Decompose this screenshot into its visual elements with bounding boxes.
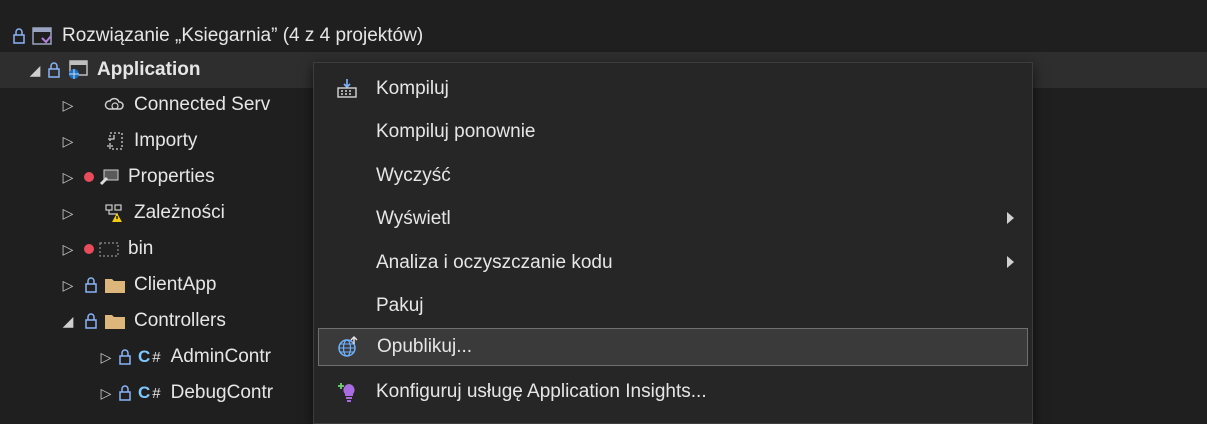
solution-icon [32,26,54,46]
collapsed-arrow-icon[interactable]: ▷ [60,205,76,222]
csharp-hash-icon: # [152,384,161,402]
web-project-icon [67,60,89,80]
lock-icon [118,385,134,401]
lock-icon [84,313,100,329]
menu-item-rebuild[interactable]: Kompiluj ponownie [318,113,1028,151]
collapsed-arrow-icon[interactable]: ▷ [60,133,76,150]
tree-item-label: Controllers [134,310,226,331]
lock-icon [12,28,28,44]
menu-item-view[interactable]: Wyświetl [318,200,1028,238]
lock-icon [47,62,63,78]
submenu-arrow-icon [1007,212,1014,224]
tree-item-label: Zależności [134,202,225,223]
tree-item-label: Connected Serv [134,94,271,115]
menu-item-publish[interactable]: Opublikuj... [318,328,1028,366]
collapsed-arrow-icon[interactable]: ▷ [98,349,114,366]
collapsed-arrow-icon[interactable]: ▷ [98,385,114,402]
imports-icon [104,131,126,151]
tree-row-solution[interactable]: Rozwiązanie „Ksiegarnia” (4 z 4 projektó… [0,18,1207,54]
menu-item-clean[interactable]: Wyczyść [318,157,1028,195]
folder-hidden-icon [98,239,120,259]
connected-services-icon [104,95,126,115]
csharp-file-icon: C [138,383,151,402]
tree-item-label: bin [128,238,154,259]
publish-globe-icon [319,336,377,358]
collapsed-arrow-icon[interactable]: ▷ [60,169,76,186]
folder-icon [104,275,126,295]
menu-item-label: Pakuj [376,295,424,316]
csharp-file-icon: C [138,347,151,366]
expanded-arrow-icon[interactable]: ◢ [60,313,76,330]
collapsed-arrow-icon[interactable]: ▷ [60,241,76,258]
menu-item-build[interactable]: Kompiluj [318,70,1028,108]
error-dot-icon [84,244,94,254]
tree-item-label: DebugContr [170,382,274,403]
menu-item-label: Analiza i oczyszczanie kodu [376,252,613,273]
tree-item-label: Importy [134,130,198,151]
expanded-arrow-icon[interactable]: ◢ [27,62,43,79]
menu-item-analyze-cleanup[interactable]: Analiza i oczyszczanie kodu [318,244,1028,282]
menu-item-label: Kompiluj ponownie [376,121,536,142]
app-insights-icon [318,381,376,403]
dependencies-warning-icon [104,203,126,223]
menu-item-label: Wyświetl [376,208,451,229]
menu-item-app-insights[interactable]: Konfiguruj usługę Application Insights..… [318,373,1028,411]
folder-open-icon [104,311,126,331]
menu-item-pack[interactable]: Pakuj [318,287,1028,325]
context-menu: Kompiluj Kompiluj ponownie Wyczyść Wyświ… [313,62,1033,424]
lock-icon [118,349,134,365]
menu-item-label: Kompiluj [376,78,449,99]
solution-label: Rozwiązanie „Ksiegarnia” (4 z 4 projektó… [62,25,424,46]
collapsed-arrow-icon[interactable]: ▷ [60,97,76,114]
tree-item-label: AdminContr [170,346,271,367]
submenu-arrow-icon [1007,256,1014,268]
properties-icon [98,167,120,187]
csharp-hash-icon: # [152,348,161,366]
project-label: Application [97,59,201,80]
tree-item-label: Properties [128,166,215,187]
menu-item-label: Konfiguruj usługę Application Insights..… [376,381,707,402]
menu-item-label: Wyczyść [376,165,451,186]
menu-item-label: Opublikuj... [377,336,473,357]
lock-icon [84,277,100,293]
error-dot-icon [84,172,94,182]
tree-item-label: ClientApp [134,274,217,295]
collapsed-arrow-icon[interactable]: ▷ [60,277,76,294]
build-icon [318,78,376,100]
